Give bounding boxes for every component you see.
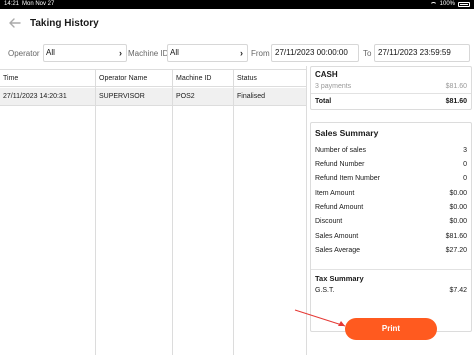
operator-value: All: [46, 48, 55, 57]
status-date: Mon Nov 27: [22, 1, 55, 7]
sales-summary-card: Sales Summary Number of sales 3 Refund Nu…: [310, 122, 472, 332]
machine-label: Machine ID: [128, 49, 169, 58]
summary-value: $0.00: [449, 204, 467, 211]
cell-machine: POS2: [176, 93, 195, 100]
table-row[interactable]: 27/11/2023 14:20:31 SUPERVISOR POS2 Fina…: [0, 88, 306, 106]
summary-row: Number of sales 3: [315, 147, 467, 154]
status-time: 14:21: [4, 1, 20, 7]
cell-status: Finalised: [237, 93, 266, 100]
column-divider: [233, 69, 234, 355]
divider: [311, 269, 471, 270]
page-title: Taking History: [30, 18, 99, 29]
wifi-icon: [429, 2, 437, 7]
battery-percent: 100%: [439, 1, 455, 7]
from-date-field[interactable]: 27/11/2023 00:00:00: [271, 44, 359, 62]
header: Taking History: [0, 9, 474, 39]
tax-row: G.S.T. $7.42: [315, 287, 467, 294]
total-value: $81.60: [445, 98, 467, 105]
summary-row: Refund Item Number 0: [315, 175, 467, 182]
filter-bar: Operator All › Machine ID All › From 27/…: [0, 42, 474, 66]
chevron-right-icon: ›: [119, 48, 122, 58]
divider: [311, 93, 471, 94]
to-date-field[interactable]: 27/11/2023 23:59:59: [374, 44, 470, 62]
summary-label: Refund Amount: [315, 204, 364, 211]
column-header-operator[interactable]: Operator Name: [96, 70, 172, 88]
machine-value: All: [170, 48, 179, 57]
summary-label: Item Amount: [315, 190, 355, 197]
summary-value: $27.20: [445, 247, 467, 254]
summary-row: Item Amount $0.00: [315, 190, 467, 197]
summary-row: Discount $0.00: [315, 218, 467, 225]
cash-card: CASH 3 payments $81.60 Total $81.60: [310, 66, 472, 110]
chevron-right-icon: ›: [240, 48, 243, 58]
from-date-value: 27/11/2023 00:00:00: [275, 48, 348, 57]
column-divider: [172, 69, 173, 355]
status-indicators: 100%: [429, 0, 470, 9]
from-label: From: [251, 49, 270, 58]
cell-operator: SUPERVISOR: [99, 93, 145, 100]
summary-value: $0.00: [449, 190, 467, 197]
status-bar: 14:21 Mon Nov 27 100%: [0, 0, 474, 9]
payments-value: $81.60: [445, 83, 467, 90]
payments-label: 3 payments: [315, 83, 352, 90]
summary-value: 0: [463, 161, 467, 168]
summary-row: Sales Amount $81.60: [315, 233, 467, 240]
to-date-value: 27/11/2023 23:59:59: [378, 48, 451, 57]
column-header-status[interactable]: Status: [234, 70, 306, 88]
summary-label: Refund Item Number: [315, 175, 380, 182]
summary-row: Refund Number 0: [315, 161, 467, 168]
summary-row: Sales Average $27.20: [315, 247, 467, 254]
column-header-time[interactable]: Time: [0, 70, 95, 88]
machine-select[interactable]: All ›: [167, 44, 248, 62]
cash-total-row: Total $81.60: [315, 98, 467, 105]
history-table: Time Operator Name Machine ID Status 27/…: [0, 69, 306, 355]
annotation-arrow-icon: [294, 309, 346, 327]
summary-row: Refund Amount $0.00: [315, 204, 467, 211]
summary-value: $81.60: [445, 233, 467, 240]
operator-select[interactable]: All ›: [43, 44, 127, 62]
table-header: Time Operator Name Machine ID Status: [0, 69, 306, 87]
back-arrow-icon[interactable]: [8, 16, 22, 30]
to-label: To: [363, 49, 372, 58]
summary-label: Sales Average: [315, 247, 361, 254]
column-divider: [95, 69, 96, 355]
battery-icon: [458, 2, 470, 7]
summary-value: $0.00: [449, 218, 467, 225]
total-label: Total: [315, 98, 332, 105]
tax-value: $7.42: [449, 287, 467, 294]
operator-label: Operator: [8, 49, 40, 58]
print-button[interactable]: Print: [345, 318, 437, 340]
column-header-machine[interactable]: Machine ID: [173, 70, 233, 88]
cash-title: CASH: [315, 70, 338, 79]
summary-label: Refund Number: [315, 161, 365, 168]
summary-value: 3: [463, 147, 467, 154]
summary-label: Discount: [315, 218, 343, 225]
summary-label: Number of sales: [315, 147, 366, 154]
cash-payments-row: 3 payments $81.60: [315, 83, 467, 90]
tax-label: G.S.T.: [315, 287, 335, 294]
tax-summary-title: Tax Summary: [315, 274, 364, 283]
summary-label: Sales Amount: [315, 233, 359, 240]
summary-value: 0: [463, 175, 467, 182]
cell-time: 27/11/2023 14:20:31: [3, 93, 67, 100]
sales-summary-title: Sales Summary: [315, 128, 379, 138]
